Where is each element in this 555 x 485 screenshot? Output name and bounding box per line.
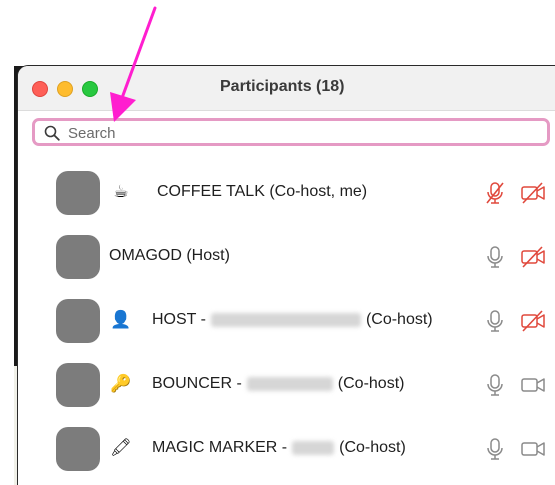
participant-name: COFFEE TALK (Co-host, me) [157,183,367,201]
window-title: Participants (18) [220,78,345,95]
video-off-icon[interactable] [520,245,546,269]
participant-name: BOUNCER - (Co-host) [152,375,404,393]
mic-icon[interactable] [484,437,506,461]
title-bar[interactable]: Participants (18) [18,66,555,111]
redacted-name [210,313,361,327]
search-icon [44,125,60,141]
participant-name: MAGIC MARKER - (Co-host) [152,439,406,457]
participant-row[interactable]: ☕ COFFEE TALK (Co-host, me) [18,161,555,225]
participant-name-prefix: HOST - [152,311,206,328]
video-off-icon[interactable] [520,181,546,205]
minimize-window-button[interactable] [57,81,73,97]
participant-role: (Co-host) [337,375,405,392]
redacted-name [292,441,335,455]
participant-role: (Co-host) [365,311,433,328]
video-icon[interactable] [520,373,546,397]
participant-row[interactable]: 🔑 BOUNCER - (Co-host) [18,353,555,417]
participant-row[interactable]: OMAGOD (Host) [18,225,555,289]
participant-role: (Co-host) [339,439,406,456]
participant-name-prefix: MAGIC MARKER - [152,439,288,456]
coffee-icon: ☕ [113,182,129,201]
mic-icon[interactable] [484,309,506,333]
crayon-icon: 🖍 [110,438,132,457]
mic-muted-icon[interactable] [484,181,506,205]
person-icon: 👤 [110,310,132,329]
participants-list: ☕ COFFEE TALK (Co-host, me) OMAGOD (Host… [18,161,555,481]
redacted-name [246,377,333,391]
screenshot-stage: Participants (18) ☕ COFFEE TALK (Co-host… [0,0,555,485]
avatar [56,171,100,215]
participant-name: OMAGOD (Host) [109,247,230,265]
participant-name-text: OMAGOD (Host) [109,247,230,264]
search-box[interactable] [32,118,550,146]
mic-icon[interactable] [484,373,506,397]
avatar [56,235,100,279]
video-off-icon[interactable] [520,309,546,333]
participant-name: HOST - (Co-host) [152,311,433,329]
search-input[interactable] [68,122,538,144]
zoom-window-button[interactable] [82,81,98,97]
participant-name-prefix: BOUNCER - [152,375,242,392]
mic-icon[interactable] [484,245,506,269]
close-window-button[interactable] [32,81,48,97]
avatar [56,427,100,471]
key-icon: 🔑 [110,374,132,393]
video-icon[interactable] [520,437,546,461]
avatar [56,299,100,343]
participants-window: Participants (18) ☕ COFFEE TALK (Co-host… [18,66,555,485]
participant-row[interactable]: 🖍 MAGIC MARKER - (Co-host) [18,417,555,481]
participant-name-text: COFFEE TALK (Co-host, me) [157,183,368,200]
avatar [56,363,100,407]
participant-row[interactable]: 👤 HOST - (Co-host) [18,289,555,353]
